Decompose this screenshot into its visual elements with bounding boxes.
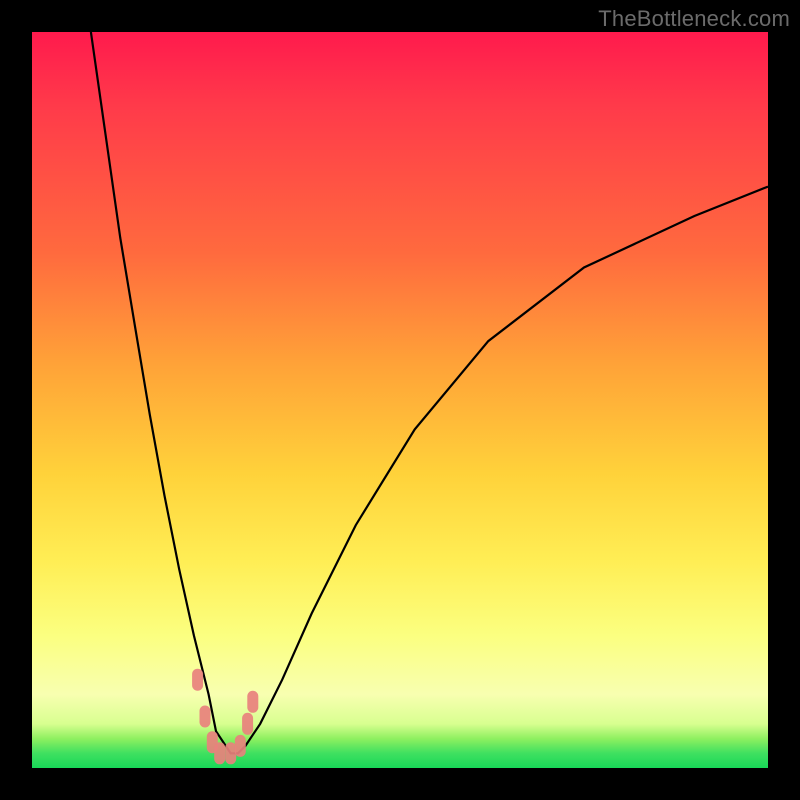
chart-container: TheBottleneck.com [0,0,800,800]
curve-marker [200,706,211,728]
curve-marker [235,735,246,757]
plot-area [32,32,768,768]
curve-svg [32,32,768,768]
curve-marker [192,669,203,691]
curve-marker [247,691,258,713]
curve-marker [242,713,253,735]
curve-marker [214,742,225,764]
curve-marker [225,742,236,764]
watermark-text: TheBottleneck.com [598,6,790,32]
curve-markers [192,669,258,765]
bottleneck-curve [91,32,768,753]
